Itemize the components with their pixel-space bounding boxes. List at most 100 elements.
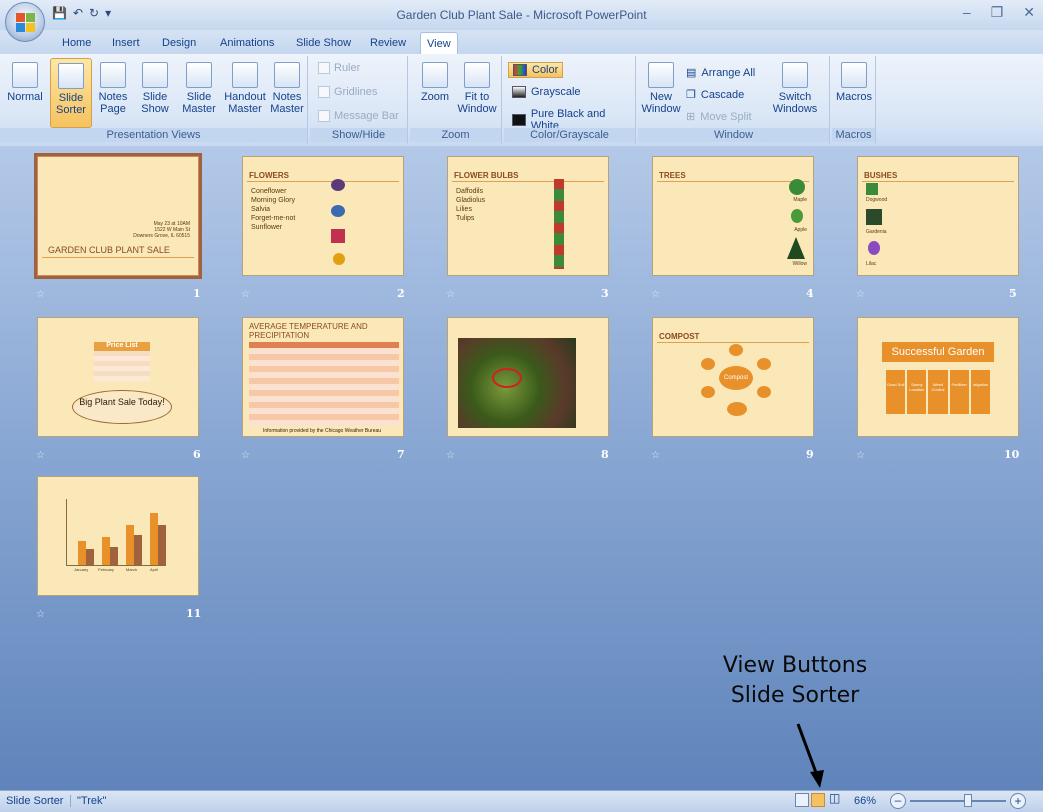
slide-thumbnail[interactable]: FLOWER BULBS Daffodils Gladiolus Lilies Tul…	[447, 156, 609, 276]
zoom-slider[interactable]	[910, 800, 1006, 802]
slide-number: 5	[1009, 287, 1017, 300]
slide-title: GARDEN CLUB PLANT SALE	[48, 245, 170, 255]
slide-number: 8	[601, 448, 609, 461]
tree-image	[791, 209, 803, 223]
color-button[interactable]: Color	[508, 62, 564, 78]
notes-page-button[interactable]: Notes Page	[92, 58, 134, 128]
price-table	[94, 351, 150, 381]
group-show-hide: Ruler Gridlines Message Bar Show/Hide	[310, 56, 408, 144]
arrange-all-button[interactable]: ▤ Arrange All	[686, 66, 755, 80]
annotation-arrow-icon	[796, 723, 824, 788]
fit-window-icon	[464, 62, 490, 88]
group-label: Show/Hide	[310, 128, 407, 142]
slide-number: 11	[186, 607, 202, 620]
normal-view-status-button[interactable]	[795, 793, 809, 807]
slide-title: FLOWER BULBS	[454, 171, 519, 180]
normal-view-button[interactable]: Normal	[4, 58, 46, 128]
transition-icon: ☆	[36, 289, 45, 300]
slide-bullets: Coneflower Morning Glory Salvia Forget-me-n…	[251, 188, 296, 231]
tab-slide-show[interactable]: Slide Show	[290, 34, 357, 54]
macros-button[interactable]: Macros	[834, 58, 874, 128]
slide-number: 6	[193, 448, 201, 461]
minimize-icon[interactable]: –	[963, 4, 971, 21]
slide-master-button[interactable]: Slide Master	[178, 58, 220, 128]
notes-page-icon	[100, 62, 126, 88]
group-color-grayscale: Color Grayscale Pure Black and White Col…	[504, 56, 636, 144]
slide-number: 2	[397, 287, 405, 300]
close-icon[interactable]: ✕	[1023, 4, 1035, 21]
group-window: New Window ▤ Arrange All ❐ Cascade ⊞ Move S…	[638, 56, 830, 144]
status-theme: "Trek"	[70, 795, 106, 807]
tab-home[interactable]: Home	[56, 34, 97, 54]
gridlines-checkbox[interactable]: Gridlines	[318, 86, 377, 98]
flower-image	[333, 253, 345, 265]
zoom-slider-thumb[interactable]	[964, 794, 972, 807]
cascade-button[interactable]: ❐ Cascade	[686, 88, 744, 102]
slideshow-status-icon[interactable]: ◫	[829, 791, 843, 805]
flower-image	[331, 229, 345, 243]
grayscale-button[interactable]: Grayscale	[512, 86, 581, 98]
slide-thumbnail[interactable]: TREES Maple Apple Willow	[652, 156, 814, 276]
slide-thumbnail[interactable]: COMPOST Compost	[652, 317, 814, 437]
ruler-checkbox[interactable]: Ruler	[318, 62, 360, 74]
slide-title: FLOWERS	[249, 171, 289, 180]
zoom-out-button[interactable]: –	[890, 793, 906, 809]
move-split-button[interactable]: ⊞ Move Split	[686, 110, 752, 124]
tab-animations[interactable]: Animations	[214, 34, 280, 54]
bush-image	[868, 241, 880, 255]
highlight-circle	[492, 368, 522, 388]
zoom-in-button[interactable]: +	[1010, 793, 1026, 809]
arrange-all-icon: ▤	[686, 67, 697, 79]
chart-bar	[158, 525, 166, 565]
group-label: Color/Grayscale	[504, 128, 635, 142]
sale-callout: Big Plant Sale Today!	[72, 390, 172, 424]
slide-master-icon	[186, 62, 212, 88]
restore-icon[interactable]: ❐	[991, 4, 1004, 21]
black-white-icon	[512, 114, 526, 126]
slide-thumbnail[interactable]: January February March April	[37, 476, 199, 596]
slide-thumbnail[interactable]: FLOWERS Coneflower Morning Glory Salvia For…	[242, 156, 404, 276]
weather-table	[249, 342, 399, 426]
slide-bullets: Daffodils Gladiolus Lilies Tulips	[456, 188, 486, 222]
transition-icon: ☆	[651, 289, 660, 300]
notes-master-button[interactable]: Notes Master	[266, 58, 308, 128]
slide-thumbnail[interactable]: BUSHES Dogwood Gardenia Lilac	[857, 156, 1019, 276]
group-zoom: Zoom Fit to Window Zoom	[410, 56, 502, 144]
message-bar-checkbox[interactable]: Message Bar	[318, 110, 399, 122]
slide-thumbnail[interactable]: May 23 at 10AM 1522 W Main St Downers Grov…	[34, 153, 202, 279]
slide-number: 7	[397, 448, 405, 461]
zoom-level[interactable]: 66%	[854, 795, 876, 807]
slide-thumbnail[interactable]: Price List Big Plant Sale Today!	[37, 317, 199, 437]
office-button[interactable]	[5, 2, 45, 42]
group-label: Window	[638, 128, 829, 142]
normal-view-icon	[12, 62, 38, 88]
tab-review[interactable]: Review	[364, 34, 412, 54]
transition-icon: ☆	[856, 289, 865, 300]
zoom-button[interactable]: Zoom	[414, 58, 456, 128]
switch-windows-button[interactable]: Switch Windows	[768, 58, 822, 128]
slide-number: 4	[806, 287, 814, 300]
slide-thumbnail[interactable]	[447, 317, 609, 437]
fit-to-window-button[interactable]: Fit to Window	[456, 58, 498, 128]
bulb-images	[554, 179, 564, 269]
slide-thumbnail[interactable]: AVERAGE TEMPERATURE AND PRECIPITATION In…	[242, 317, 404, 437]
chart-bar	[86, 549, 94, 565]
macros-icon	[841, 62, 867, 88]
chart-bar	[126, 525, 134, 565]
tab-view[interactable]: View	[420, 32, 458, 56]
flower-image	[331, 179, 345, 191]
tab-design[interactable]: Design	[156, 34, 202, 54]
handout-master-button[interactable]: Handout Master	[222, 58, 268, 128]
slide-sorter-status-button[interactable]	[811, 793, 825, 807]
notes-master-icon	[274, 62, 300, 88]
slide-title: AVERAGE TEMPERATURE AND PRECIPITATION	[249, 322, 368, 340]
cascade-icon: ❐	[686, 89, 696, 101]
slide-title: COMPOST	[659, 332, 700, 341]
slide-show-button[interactable]: Slide Show	[134, 58, 176, 128]
slide-thumbnail[interactable]: Successful Garden Good Soil Sunny Locati…	[857, 317, 1019, 437]
slide-sorter-button[interactable]: Slide Sorter	[50, 58, 92, 128]
tab-insert[interactable]: Insert	[106, 34, 146, 54]
bush-image	[866, 183, 878, 195]
new-window-button[interactable]: New Window	[640, 58, 682, 128]
slide-number: 3	[601, 287, 609, 300]
